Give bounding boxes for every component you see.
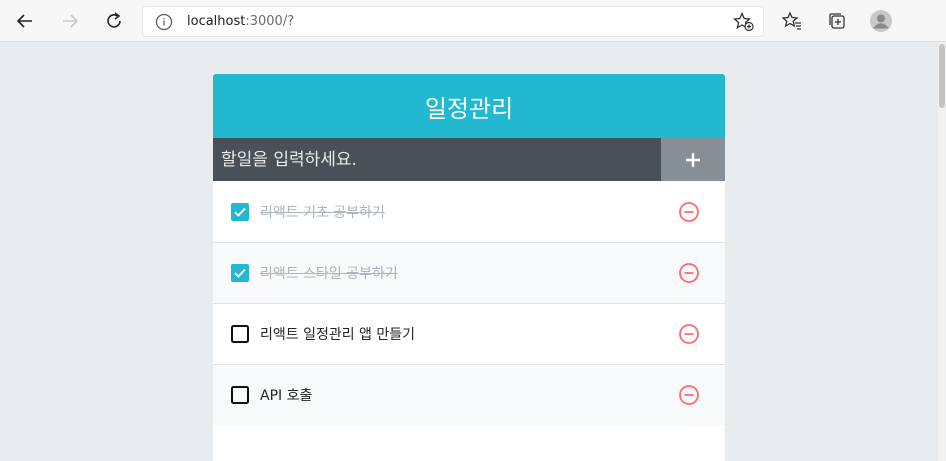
remove-icon[interactable] [678,262,700,284]
profile-icon[interactable] [868,8,894,34]
url-host: localhost [187,14,246,29]
plus-icon [686,152,700,167]
checkbox-checked-icon[interactable] [231,264,249,282]
todo-template: 일정관리 리액트 기초 공부하기 리액트 스타일 공부하기 리액트 일정관리 앱… [213,74,725,461]
browser-toolbar: localhost:3000/? [0,0,946,42]
back-icon[interactable] [12,8,38,34]
favorites-icon[interactable] [779,8,805,34]
address-bar[interactable]: localhost:3000/? [142,6,764,37]
todo-item: API 호출 [213,364,725,425]
remove-icon[interactable] [678,323,700,345]
todo-insert-form [213,138,725,181]
url-text[interactable]: localhost:3000/? [187,14,294,29]
info-icon[interactable] [155,13,173,31]
checkbox-checked-icon[interactable] [231,202,249,221]
app-title: 일정관리 [213,74,725,138]
todo-text: API 호출 [260,388,313,404]
url-path: :3000/? [245,14,295,29]
remove-icon[interactable] [678,384,700,406]
add-favorite-icon[interactable] [732,11,755,32]
todo-input[interactable] [213,138,661,181]
todo-text: 리액트 스타일 공부하기 [260,266,398,282]
forward-icon[interactable] [57,8,83,34]
todo-list: 리액트 기초 공부하기 리액트 스타일 공부하기 리액트 일정관리 앱 만들기 … [213,181,725,425]
scrollbar-thumb[interactable] [939,44,945,108]
collections-icon[interactable] [824,8,850,34]
todo-item: 리액트 일정관리 앱 만들기 [213,303,725,364]
remove-icon[interactable] [678,201,700,223]
reload-icon[interactable] [101,8,127,34]
todo-text: 리액트 일정관리 앱 만들기 [260,327,416,343]
checkbox-unchecked-icon[interactable] [231,325,249,343]
todo-item: 리액트 기초 공부하기 [213,181,725,242]
checkbox-unchecked-icon[interactable] [231,386,249,404]
todo-item: 리액트 스타일 공부하기 [213,242,725,303]
add-todo-button[interactable] [661,138,725,181]
todo-text: 리액트 기초 공부하기 [260,204,385,221]
